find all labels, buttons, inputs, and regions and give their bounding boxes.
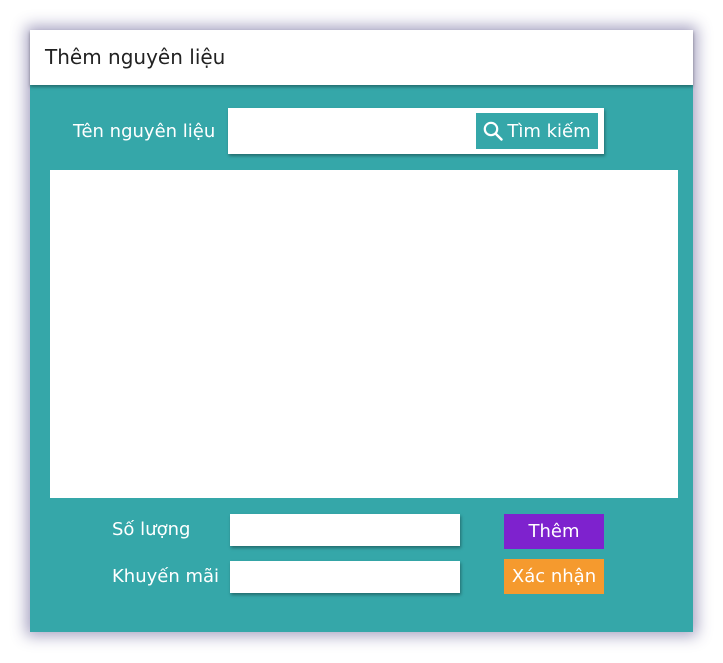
- add-button-label: Thêm: [528, 521, 580, 542]
- ingredient-name-input[interactable]: [228, 108, 468, 154]
- confirm-button[interactable]: Xác nhận: [504, 559, 604, 594]
- search-button-label: Tìm kiếm: [507, 120, 591, 142]
- search-button[interactable]: Tìm kiếm: [476, 113, 598, 149]
- add-ingredient-window: Thêm nguyên liệu Tên nguyên liệu Tìm kiế…: [30, 30, 693, 632]
- quantity-label: Số lượng: [112, 519, 191, 540]
- search-icon: [483, 121, 504, 141]
- ingredient-name-label: Tên nguyên liệu: [73, 121, 216, 142]
- discount-label: Khuyến mãi: [112, 566, 220, 587]
- window-title: Thêm nguyên liệu: [45, 45, 226, 69]
- title-bar: Thêm nguyên liệu: [30, 30, 693, 85]
- discount-input[interactable]: [230, 561, 460, 593]
- quantity-input[interactable]: [230, 514, 460, 546]
- search-box: Tìm kiếm: [228, 108, 604, 154]
- confirm-button-label: Xác nhận: [511, 566, 597, 587]
- add-button[interactable]: Thêm: [504, 514, 604, 549]
- ingredient-results-list[interactable]: [50, 170, 678, 498]
